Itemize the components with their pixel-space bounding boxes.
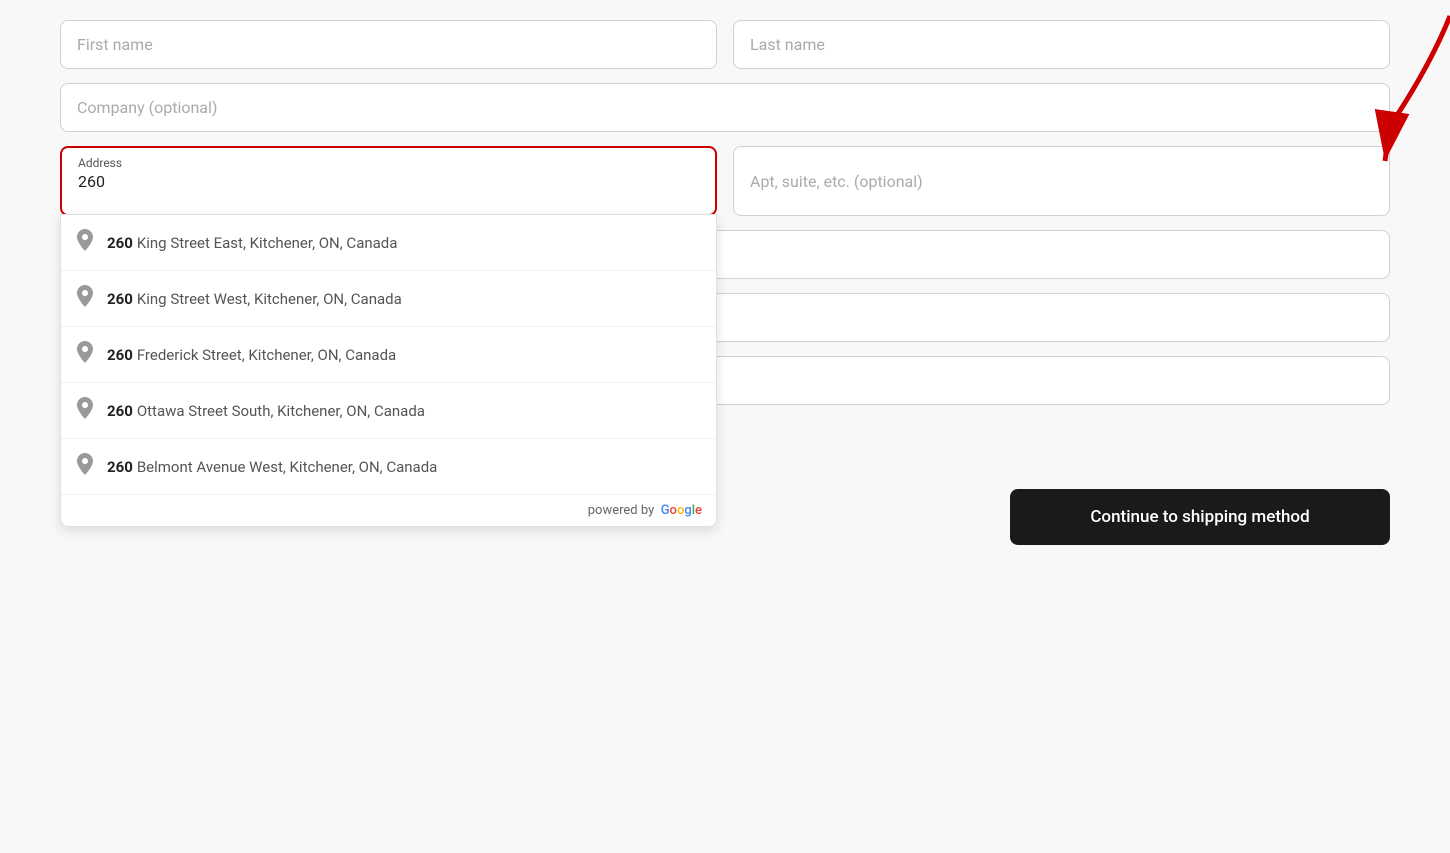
autocomplete-item-rest-5: Belmont Avenue West, Kitchener, ON, Cana… (137, 458, 438, 476)
company-field (60, 83, 1390, 132)
autocomplete-item-rest-2: King Street West, Kitchener, ON, Canada (137, 290, 402, 308)
address-input-value[interactable]: 260 (78, 172, 699, 191)
powered-by-google: powered by Google (61, 495, 716, 526)
autocomplete-item[interactable]: 260 Frederick Street, Kitchener, ON, Can… (61, 327, 716, 383)
pin-icon-4 (77, 397, 93, 424)
pin-icon-2 (77, 285, 93, 312)
autocomplete-item[interactable]: 260 Ottawa Street South, Kitchener, ON, … (61, 383, 716, 439)
first-name-field (60, 20, 717, 69)
autocomplete-item-rest-3: Frederick Street, Kitchener, ON, Canada (137, 346, 396, 364)
address-floating-label: Address (78, 156, 699, 170)
address-field-wrapper: Address 260 260 King Street East, Kitche… (60, 146, 717, 216)
autocomplete-item-bold-5: 260 (107, 458, 133, 476)
autocomplete-item-bold-4: 260 (107, 402, 133, 420)
pin-icon-5 (77, 453, 93, 480)
company-row (60, 83, 1390, 132)
autocomplete-item-rest-1: King Street East, Kitchener, ON, Canada (137, 234, 398, 252)
autocomplete-item[interactable]: 260 King Street East, Kitchener, ON, Can… (61, 215, 716, 271)
first-name-input[interactable] (60, 20, 717, 69)
autocomplete-item-bold-3: 260 (107, 346, 133, 364)
checkout-form: Address 260 260 King Street East, Kitche… (60, 20, 1390, 545)
pin-icon-3 (77, 341, 93, 368)
apt-input[interactable] (733, 146, 1390, 216)
pin-icon-1 (77, 229, 93, 256)
autocomplete-item[interactable]: 260 King Street West, Kitchener, ON, Can… (61, 271, 716, 327)
company-input[interactable] (60, 83, 1390, 132)
autocomplete-item-bold-1: 260 (107, 234, 133, 252)
address-field-container[interactable]: Address 260 (60, 146, 717, 216)
apt-field-wrapper (733, 146, 1390, 216)
continue-button[interactable]: Continue to shipping method (1010, 489, 1390, 545)
autocomplete-item-bold-2: 260 (107, 290, 133, 308)
address-row: Address 260 260 King Street East, Kitche… (60, 146, 1390, 216)
last-name-field (733, 20, 1390, 69)
name-row (60, 20, 1390, 69)
autocomplete-dropdown: 260 King Street East, Kitchener, ON, Can… (60, 214, 717, 527)
autocomplete-item[interactable]: 260 Belmont Avenue West, Kitchener, ON, … (61, 439, 716, 495)
last-name-input[interactable] (733, 20, 1390, 69)
autocomplete-item-rest-4: Ottawa Street South, Kitchener, ON, Cana… (137, 402, 425, 420)
